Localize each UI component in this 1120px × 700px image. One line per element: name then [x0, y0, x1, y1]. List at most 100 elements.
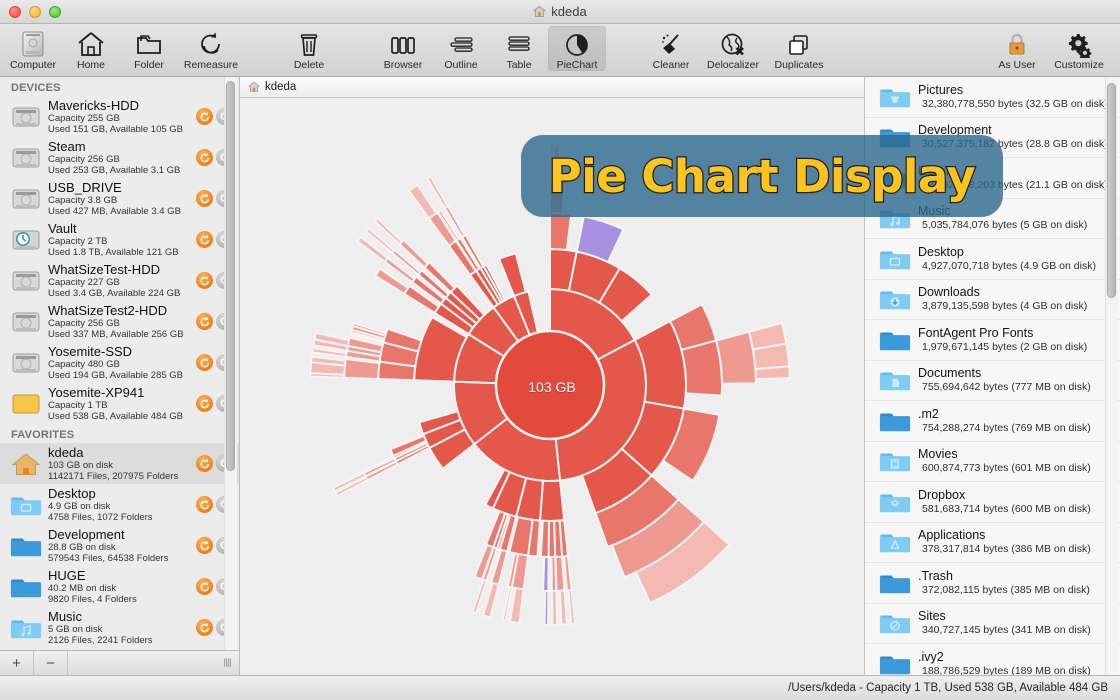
file-row-text: Movies600,874,773 bytes (601 MB on disk)	[918, 447, 1091, 475]
sidebar-resize-grip[interactable]: ‖‖	[223, 656, 239, 670]
sunburst-segment[interactable]	[568, 589, 575, 623]
sidebar-item-whatsizetest-hdd[interactable]: WhatSizeTest-HDDCapacity 227 GBUsed 3.4 …	[0, 260, 239, 301]
sidebar-item-mavericks-hdd[interactable]: Mavericks-HDDCapacity 255 GBUsed 151 GB,…	[0, 96, 239, 137]
remove-favorite-button[interactable]: −	[34, 651, 68, 675]
sidebar-item-vault[interactable]: VaultCapacity 2 TBUsed 1.8 TB, Available…	[0, 219, 239, 260]
sidebar-item-text: Mavericks-HDDCapacity 255 GBUsed 151 GB,…	[48, 99, 193, 135]
sunburst-segment[interactable]	[681, 340, 722, 395]
file-row--trash[interactable]: .Trash372,082,115 bytes (385 MB on disk)	[865, 563, 1120, 604]
sidebar-item-line1: 28.8 GB on disk	[48, 542, 193, 553]
sunburst-segment[interactable]	[483, 582, 499, 617]
pictures-folder-icon	[879, 84, 911, 110]
file-row-applications[interactable]: Applications378,317,814 bytes (386 MB on…	[865, 523, 1120, 564]
sunburst-segment[interactable]	[550, 213, 571, 250]
rescan-icon[interactable]	[196, 619, 213, 636]
sunburst-segment[interactable]	[541, 520, 549, 556]
scrollbar-thumb[interactable]	[226, 81, 235, 471]
sidebar-item-text: Music5 GB on disk2126 Files, 2241 Folder…	[48, 610, 193, 646]
rescan-icon[interactable]	[196, 537, 213, 554]
sidebar-item-music[interactable]: Music5 GB on disk2126 Files, 2241 Folder…	[0, 607, 239, 648]
sidebar-item-usb-drive[interactable]: USB_DRIVECapacity 3.8 GBUsed 427 MB, Ava…	[0, 178, 239, 219]
rescan-icon[interactable]	[196, 455, 213, 472]
add-favorite-button[interactable]: +	[0, 651, 34, 675]
toolbar-button-cleaner[interactable]: Cleaner	[642, 26, 700, 71]
rescan-icon[interactable]	[196, 354, 213, 371]
sidebar-item-text: Desktop4.9 GB on disk4758 Files, 1072 Fo…	[48, 487, 193, 523]
sidebar-item-whatsizetest2-hdd[interactable]: WhatSizeTest2-HDDCapacity 256 GBUsed 337…	[0, 301, 239, 342]
sunburst-segment[interactable]	[540, 480, 564, 521]
trash-icon	[294, 28, 324, 58]
rescan-icon[interactable]	[196, 313, 213, 330]
rescan-icon[interactable]	[196, 272, 213, 289]
file-row-dropbox[interactable]: Dropbox581,683,714 bytes (600 MB on disk…	[865, 482, 1120, 523]
toolbar-button-computer[interactable]: Computer	[4, 26, 62, 71]
piechart-icon	[562, 28, 592, 58]
toolbar-button-folder[interactable]: Folder	[120, 26, 178, 71]
sunburst-segment[interactable]	[344, 358, 379, 378]
sidebar: DEVICESMavericks-HDDCapacity 255 GBUsed …	[0, 77, 240, 675]
timemachine-icon	[10, 225, 42, 255]
sunburst-segment[interactable]	[409, 184, 436, 217]
toolbar-button-remeasure[interactable]: Remeasure	[178, 26, 244, 71]
file-list-scrollbar[interactable]	[1105, 77, 1118, 675]
sunburst-segment[interactable]	[755, 366, 790, 379]
sunburst-segment[interactable]	[499, 253, 526, 296]
file-row-fontagent-pro-fonts[interactable]: FontAgent Pro Fonts1,979,671,145 bytes (…	[865, 320, 1120, 361]
toolbar-button-customize[interactable]: Customize	[1046, 26, 1112, 71]
file-row--ivy2[interactable]: .ivy2188,786,529 bytes (189 MB on disk)	[865, 644, 1120, 675]
file-row--m2[interactable]: .m2754,288,274 bytes (769 MB on disk)	[865, 401, 1120, 442]
rescan-icon[interactable]	[196, 190, 213, 207]
toolbar-button-outline[interactable]: Outline	[432, 26, 490, 71]
sidebar-item-steam[interactable]: SteamCapacity 256 GBUsed 253 GB, Availab…	[0, 137, 239, 178]
sidebar-item-yosemite-ssd[interactable]: Yosemite-SSDCapacity 480 GBUsed 194 GB, …	[0, 342, 239, 383]
file-row-movies[interactable]: Movies600,874,773 bytes (601 MB on disk)	[865, 442, 1120, 483]
movies-folder-icon	[879, 448, 911, 474]
toolbar-button-delocalizer[interactable]: Delocalizer	[700, 26, 766, 71]
title-bar: kdeda	[0, 0, 1120, 24]
sunburst-segment[interactable]	[552, 556, 557, 590]
sidebar-item-name: Yosemite-SSD	[48, 345, 193, 359]
lock-icon	[1002, 28, 1032, 58]
rescan-icon[interactable]	[196, 231, 213, 248]
toolbar-button-as-user[interactable]: As User	[988, 26, 1046, 71]
sunburst-segment[interactable]	[543, 556, 548, 590]
file-row-detail: 755,694,642 bytes (777 MB on disk)	[918, 381, 1091, 394]
breadcrumb-label[interactable]: kdeda	[265, 81, 296, 93]
status-text: /Users/kdeda - Capacity 1 TB, Used 538 G…	[788, 682, 1108, 694]
rescan-icon[interactable]	[196, 108, 213, 125]
sidebar-item-name: WhatSizeTest2-HDD	[48, 304, 193, 318]
sunburst-segment[interactable]	[552, 590, 557, 624]
toolbar-label: Cleaner	[653, 59, 690, 71]
rescan-icon[interactable]	[196, 395, 213, 412]
file-row-pictures[interactable]: Pictures32,380,778,550 bytes (32.5 GB on…	[865, 77, 1120, 118]
file-row-sites[interactable]: Sites340,727,145 bytes (341 MB on disk)	[865, 604, 1120, 645]
sidebar-item-desktop[interactable]: Desktop4.9 GB on disk4758 Files, 1072 Fo…	[0, 484, 239, 525]
sunburst-segment[interactable]	[564, 556, 571, 590]
file-row-documents[interactable]: Documents755,694,642 bytes (777 MB on di…	[865, 361, 1120, 402]
sunburst-segment[interactable]	[510, 588, 524, 623]
toolbar-button-browser[interactable]: Browser	[374, 26, 432, 71]
sidebar-item-kdeda[interactable]: kdeda103 GB on disk1142171 Files, 207975…	[0, 443, 239, 484]
sidebar-item-line2: Used 3.4 GB, Available 224 GB	[48, 288, 193, 299]
toolbar-button-delete[interactable]: Delete	[280, 26, 338, 71]
file-row-desktop[interactable]: Desktop4,927,070,718 bytes (4.9 GB on di…	[865, 239, 1120, 280]
file-row-detail: 581,683,714 bytes (600 MB on disk)	[918, 503, 1091, 516]
toolbar-button-table[interactable]: Table	[490, 26, 548, 71]
sidebar-item-huge[interactable]: HUGE40.2 MB on disk9820 Files, 4 Folders	[0, 566, 239, 607]
sunburst-segment[interactable]	[545, 590, 549, 624]
sidebar-item-yosemite-xp941[interactable]: Yosemite-XP941Capacity 1 TBUsed 538 GB, …	[0, 383, 239, 424]
sunburst-center[interactable]	[496, 331, 604, 439]
scrollbar-thumb[interactable]	[1107, 83, 1116, 298]
sidebar-scrollbar[interactable]	[224, 77, 237, 650]
hdd-icon	[10, 307, 42, 337]
file-row-downloads[interactable]: Downloads3,879,135,598 bytes (4 GB on di…	[865, 280, 1120, 321]
rescan-icon[interactable]	[196, 496, 213, 513]
rescan-icon[interactable]	[196, 578, 213, 595]
rescan-icon[interactable]	[196, 149, 213, 166]
hdd-icon	[10, 266, 42, 296]
toolbar-button-home[interactable]: Home	[62, 26, 120, 71]
toolbar-button-piechart[interactable]: PieChart	[548, 26, 606, 71]
sunburst-segment[interactable]	[560, 590, 567, 624]
sidebar-item-development[interactable]: Development28.8 GB on disk579543 Files, …	[0, 525, 239, 566]
toolbar-button-duplicates[interactable]: Duplicates	[766, 26, 832, 71]
